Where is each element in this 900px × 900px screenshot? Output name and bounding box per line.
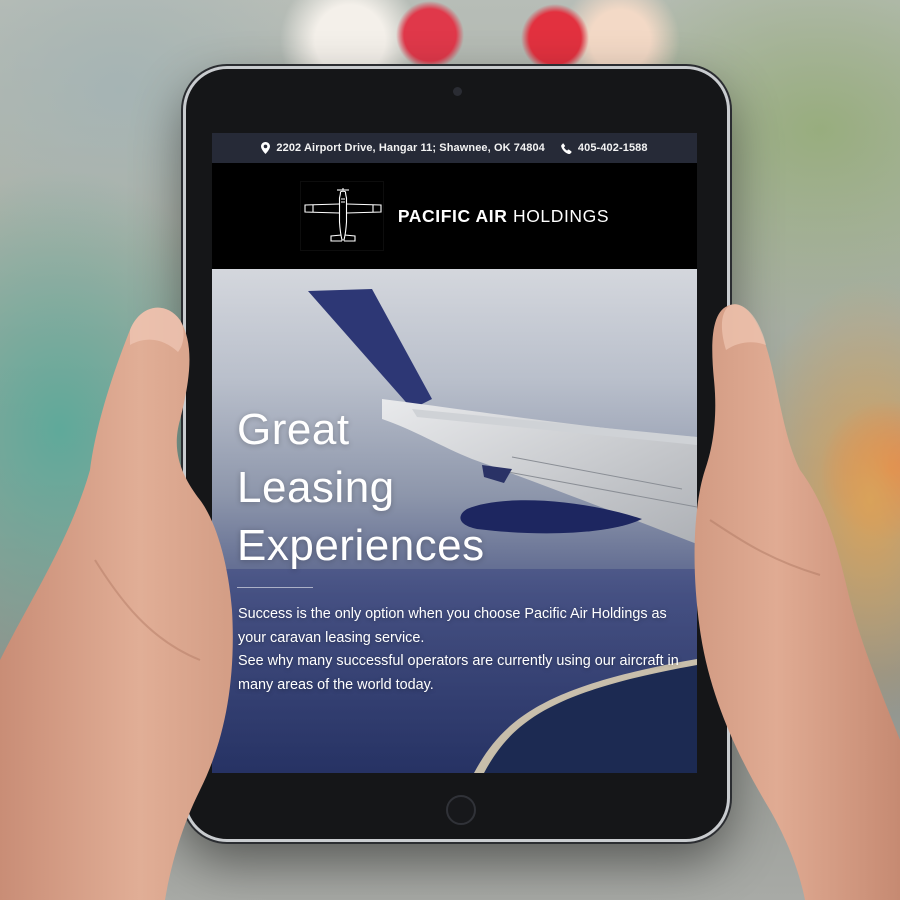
location-pin-icon [261,142,271,154]
hero-section: Great Leasing Experiences Success is the… [212,269,697,773]
hero-paragraph: See why many successful operators are cu… [238,653,679,693]
brand-name-bold: PACIFIC AIR [397,205,508,226]
hero-description: Success is the only option when you choo… [238,603,693,697]
phone-icon [561,142,572,154]
brand-name-light: HOLDINGS [512,205,610,226]
contact-bar: 2202 Airport Drive, Hangar 11; Shawnee, … [212,133,697,163]
hero-title: Great Leasing Experiences [237,401,485,575]
airplane-icon[interactable] [299,181,384,251]
hero-paragraph: Success is the only option when you choo… [238,606,667,646]
hero-divider [237,587,313,588]
front-camera [453,87,462,96]
home-button[interactable] [446,795,476,825]
tablet-screen: 2202 Airport Drive, Hangar 11; Shawnee, … [212,133,697,773]
hero-title-line: Great [237,405,350,454]
hero-title-line: Leasing [237,463,395,512]
hero-title-line: Experiences [237,521,485,570]
brand-name[interactable]: PACIFIC AIR HOLDINGS [398,206,609,227]
site-header: PACIFIC AIR HOLDINGS [212,163,697,269]
address-text[interactable]: 2202 Airport Drive, Hangar 11; Shawnee, … [276,142,545,154]
phone-number[interactable]: 405-402-1588 [578,142,648,154]
